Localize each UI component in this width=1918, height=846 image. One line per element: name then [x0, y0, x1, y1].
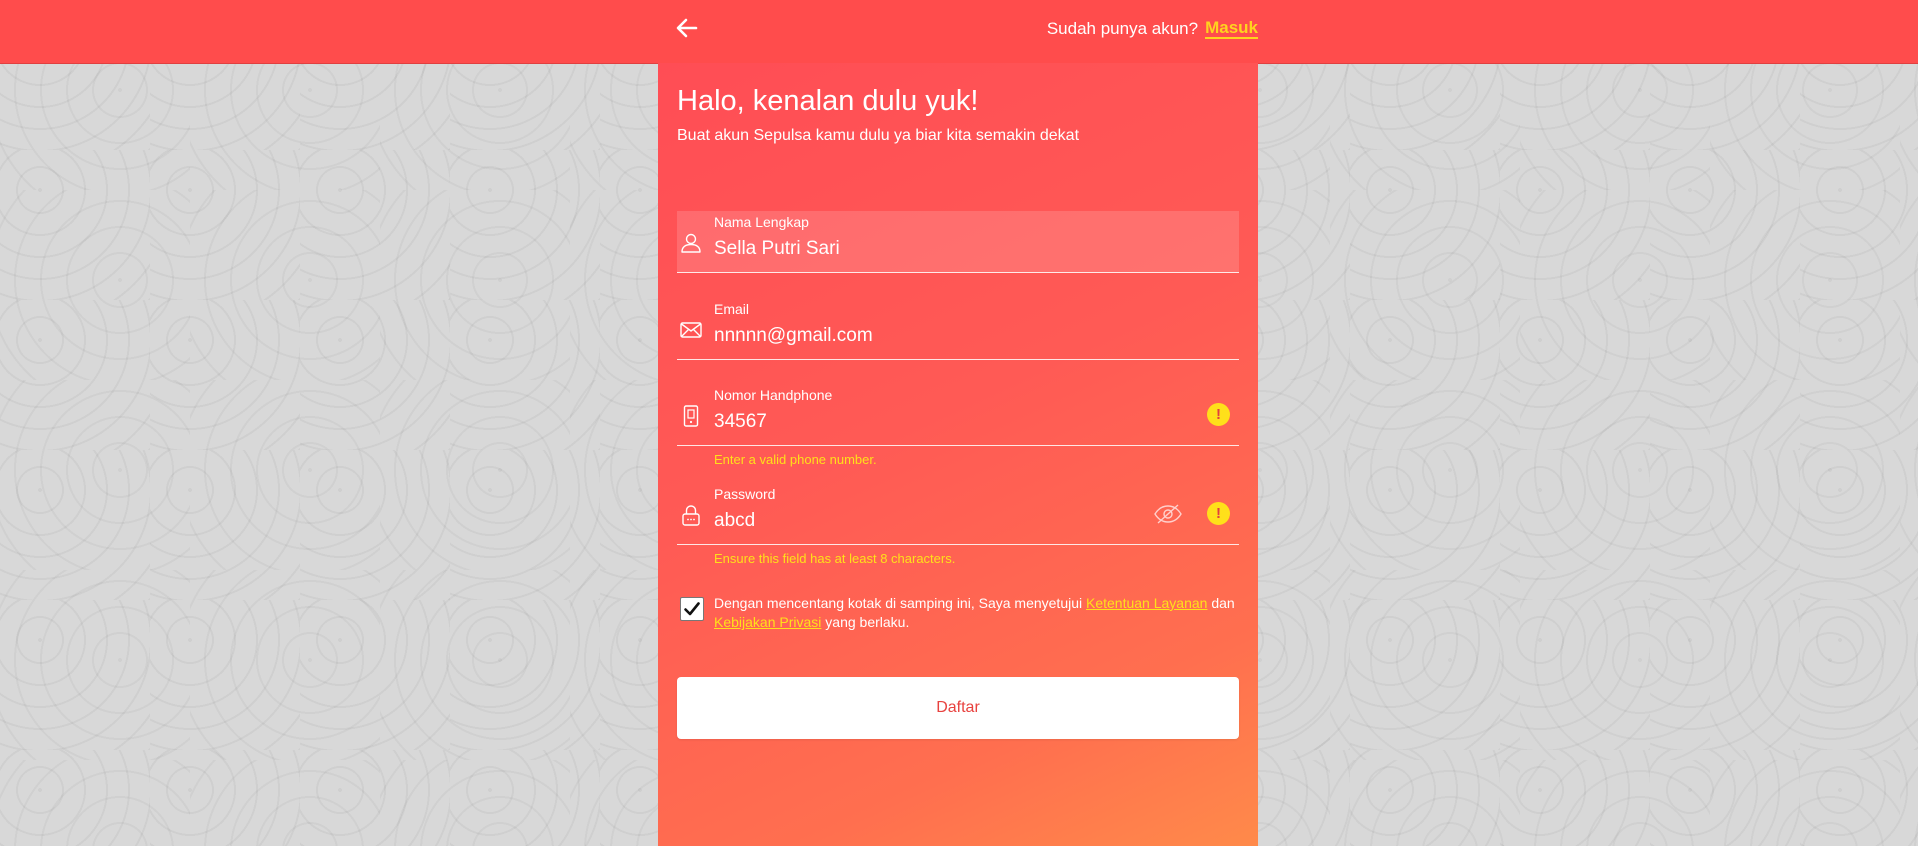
- login-link[interactable]: Masuk: [1205, 19, 1258, 39]
- name-field[interactable]: Nama Lengkap: [677, 211, 1239, 273]
- register-panel: Halo, kenalan dulu yuk! Buat akun Sepuls…: [658, 63, 1258, 846]
- login-prompt-text: Sudah punya akun?: [1046, 19, 1199, 38]
- phone-field[interactable]: Nomor Handphone !: [677, 384, 1239, 446]
- agreement-text-after: yang berlaku.: [825, 614, 910, 630]
- envelope-icon: [680, 322, 702, 338]
- email-label: Email: [714, 301, 750, 317]
- phone-error: Enter a valid phone number.: [714, 452, 877, 467]
- agree-checkbox[interactable]: [680, 597, 704, 621]
- eye-off-icon[interactable]: [1153, 503, 1183, 525]
- name-label: Nama Lengkap: [714, 214, 809, 230]
- agreement-text-before: Dengan mencentang kotak di samping ini, …: [714, 595, 1083, 611]
- register-button[interactable]: Daftar: [677, 677, 1239, 739]
- password-error: Ensure this field has at least 8 charact…: [714, 551, 956, 566]
- user-icon: [681, 233, 701, 253]
- privacy-link[interactable]: Kebijakan Privasi: [714, 614, 821, 630]
- phone-icon: [683, 405, 699, 427]
- phone-label: Nomor Handphone: [714, 387, 833, 403]
- agreement-text: Dengan mencentang kotak di samping ini, …: [714, 594, 1244, 632]
- login-prompt: Sudah punya akun? Masuk: [1047, 19, 1258, 39]
- password-warning-icon: !: [1207, 502, 1230, 525]
- agreement-text-middle: dan: [1211, 595, 1235, 611]
- password-field[interactable]: Password !: [677, 483, 1239, 545]
- password-label: Password: [714, 486, 776, 502]
- terms-link[interactable]: Ketentuan Layanan: [1086, 595, 1207, 611]
- name-input[interactable]: [714, 235, 1134, 263]
- arrow-left-icon: [676, 18, 698, 38]
- checkmark-icon: [684, 602, 700, 616]
- back-button[interactable]: [671, 12, 703, 44]
- top-bar: Sudah punya akun? Masuk: [0, 0, 1918, 64]
- page-title: Halo, kenalan dulu yuk!: [677, 85, 979, 117]
- page-subtitle: Buat akun Sepulsa kamu dulu ya biar kita…: [677, 127, 1080, 144]
- phone-input[interactable]: [714, 408, 1134, 436]
- phone-warning-icon: !: [1207, 403, 1230, 426]
- email-input[interactable]: [714, 322, 1134, 350]
- email-field[interactable]: Email: [677, 298, 1239, 360]
- lock-icon: [682, 505, 700, 526]
- password-input[interactable]: [714, 507, 1134, 535]
